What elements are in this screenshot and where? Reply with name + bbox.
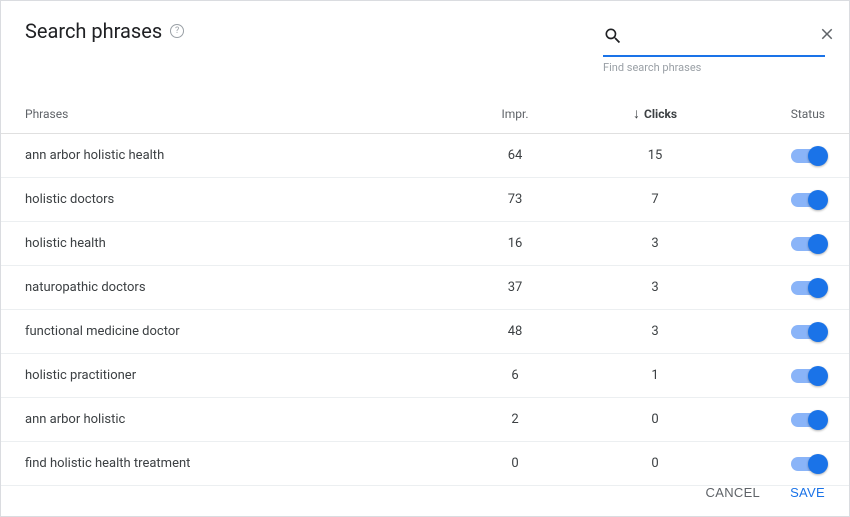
search-input-wrapper[interactable]: [603, 19, 825, 57]
table-header: Phrases Impr. ↓ Clicks Status: [1, 94, 849, 134]
cell-impr: 37: [465, 280, 565, 295]
cell-clicks: 3: [565, 324, 745, 339]
cancel-button[interactable]: CANCEL: [702, 479, 765, 506]
cell-status: [745, 369, 825, 383]
cell-status: [745, 281, 825, 295]
cell-impr: 64: [465, 148, 565, 163]
cell-impr: 2: [465, 412, 565, 427]
column-header-clicks-label: Clicks: [644, 107, 677, 121]
cell-status: [745, 325, 825, 339]
status-toggle[interactable]: [791, 281, 825, 295]
table-row: holistic practitioner61: [1, 354, 849, 398]
close-icon[interactable]: [816, 23, 838, 49]
table-row: naturopathic doctors373: [1, 266, 849, 310]
cell-clicks: 3: [565, 280, 745, 295]
column-header-impr[interactable]: Impr.: [465, 107, 565, 121]
cell-phrase: holistic practitioner: [25, 368, 465, 383]
cell-impr: 6: [465, 368, 565, 383]
cell-clicks: 3: [565, 236, 745, 251]
cell-clicks: 1: [565, 368, 745, 383]
cell-clicks: 15: [565, 148, 745, 163]
cell-phrase: ann arbor holistic: [25, 412, 465, 427]
cell-impr: 48: [465, 324, 565, 339]
cell-status: [745, 413, 825, 427]
help-icon[interactable]: ?: [170, 24, 184, 38]
cell-clicks: 0: [565, 412, 745, 427]
cell-status: [745, 149, 825, 163]
table-row: holistic health163: [1, 222, 849, 266]
column-header-clicks[interactable]: ↓ Clicks: [565, 107, 745, 121]
search-icon: [603, 26, 623, 46]
cell-phrase: holistic health: [25, 236, 465, 251]
cell-clicks: 7: [565, 192, 745, 207]
status-toggle[interactable]: [791, 325, 825, 339]
table-row: ann arbor holistic20: [1, 398, 849, 442]
cell-impr: 16: [465, 236, 565, 251]
table-row: functional medicine doctor483: [1, 310, 849, 354]
status-toggle[interactable]: [791, 193, 825, 207]
cell-impr: 73: [465, 192, 565, 207]
cell-impr: 0: [465, 456, 565, 471]
cell-status: [745, 237, 825, 251]
status-toggle[interactable]: [791, 413, 825, 427]
column-header-status: Status: [745, 107, 825, 121]
status-toggle[interactable]: [791, 369, 825, 383]
column-header-phrases[interactable]: Phrases: [25, 107, 465, 121]
page-title: Search phrases: [25, 19, 162, 43]
cell-phrase: find holistic health treatment: [25, 456, 465, 471]
status-toggle[interactable]: [791, 237, 825, 251]
search-input[interactable]: [623, 28, 816, 44]
cell-phrase: naturopathic doctors: [25, 280, 465, 295]
phrases-table: Phrases Impr. ↓ Clicks Status ann arbor …: [1, 94, 849, 486]
search-helper-text: Find search phrases: [603, 61, 825, 74]
cell-phrase: holistic doctors: [25, 192, 465, 207]
cell-phrase: functional medicine doctor: [25, 324, 465, 339]
sort-arrow-down-icon: ↓: [633, 107, 640, 121]
cell-status: [745, 193, 825, 207]
table-row: ann arbor holistic health6415: [1, 134, 849, 178]
status-toggle[interactable]: [791, 149, 825, 163]
cell-phrase: ann arbor holistic health: [25, 148, 465, 163]
save-button[interactable]: SAVE: [786, 479, 829, 506]
table-row: holistic doctors737: [1, 178, 849, 222]
